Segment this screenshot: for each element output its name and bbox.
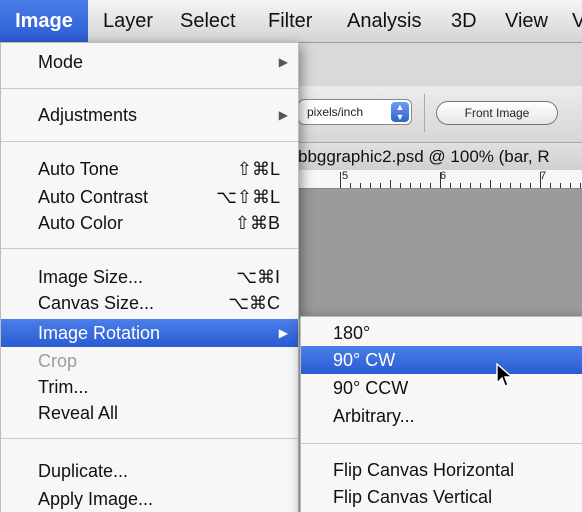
ruler-tick (350, 183, 351, 188)
front-image-button[interactable]: Front Image (436, 101, 558, 125)
triangle-right-icon: ▶ (278, 326, 288, 340)
menu-item-shortcut: ⌥⌘I (236, 267, 280, 287)
menu-separator (1, 141, 298, 142)
ruler-label: 5 (342, 170, 349, 182)
menu-separator (1, 248, 298, 249)
ruler-tick (540, 172, 541, 188)
menu-separator (1, 88, 298, 89)
ruler-tick (360, 183, 361, 188)
menu-item-label: 180° (333, 323, 371, 343)
photoshop-window: Image Layer Select Filter Analysis 3D Vi… (0, 0, 582, 512)
triangle-right-icon: ▶ (278, 108, 288, 122)
triangle-right-icon: ▶ (278, 55, 288, 69)
up-down-stepper-icon[interactable]: ▲ ▼ (391, 102, 409, 122)
menu-item-label: Apply Image... (38, 489, 154, 509)
ruler-tick (510, 183, 511, 188)
ruler-tick (500, 183, 501, 188)
menubar-select[interactable]: Select (180, 0, 236, 42)
menu-item-shortcut: ⇧⌘B (234, 213, 280, 233)
menubar-filter[interactable]: Filter (268, 0, 312, 42)
ruler-tick (340, 172, 341, 188)
menubar-view[interactable]: View (505, 0, 548, 42)
menu-item-crop: Crop (1, 347, 298, 375)
ruler-tick (530, 183, 531, 188)
menu-item-label: Auto Contrast (38, 187, 149, 207)
ruler-tick (370, 183, 371, 188)
menubar-window[interactable]: V (572, 0, 582, 42)
menu-item-adjustments[interactable]: Adjustments ▶ (1, 101, 298, 129)
menu-item-auto-color[interactable]: Auto Color ⇧⌘B (1, 209, 298, 237)
menu-bar: Image Layer Select Filter Analysis 3D Vi… (0, 0, 582, 43)
menu-item-auto-contrast[interactable]: Auto Contrast ⌥⇧⌘L (1, 183, 298, 211)
horizontal-ruler: 5 6 7 (290, 170, 582, 189)
menubar-image[interactable]: Image (0, 0, 88, 42)
menu-separator (1, 438, 298, 439)
menu-item-label: Image Rotation (38, 323, 161, 343)
menu-item-mode[interactable]: Mode ▶ (1, 48, 298, 76)
image-menu: Mode ▶ Adjustments ▶ Auto Tone ⇧⌘L Auto … (0, 42, 299, 512)
menu-item-label: Mode (38, 52, 84, 72)
menu-item-label: Flip Canvas Horizontal (333, 460, 515, 480)
toolbar-divider (424, 94, 425, 132)
options-bar: pixels/inch ▲ ▼ Front Image (290, 86, 582, 143)
ruler-tick (380, 183, 381, 188)
ruler-tick (430, 183, 431, 188)
submenu-item-180[interactable]: 180° (301, 319, 582, 347)
ruler-tick (580, 183, 581, 188)
menu-item-label: Reveal All (38, 403, 119, 423)
ruler-tick (560, 183, 561, 188)
menu-item-label: Crop (38, 351, 78, 371)
ruler-tick (550, 183, 551, 188)
menu-item-label: Duplicate... (38, 461, 129, 481)
menu-item-label: Flip Canvas Vertical (333, 487, 493, 507)
menu-item-label: Auto Color (38, 213, 124, 233)
menu-item-shortcut: ⌥⇧⌘L (216, 187, 280, 207)
menu-item-reveal-all[interactable]: Reveal All (1, 399, 298, 427)
menu-item-image-size[interactable]: Image Size... ⌥⌘I (1, 263, 298, 291)
ruler-tick (400, 183, 401, 188)
menu-item-shortcut: ⇧⌘L (236, 159, 280, 179)
resolution-unit-value: pixels/inch (307, 105, 364, 119)
menu-item-trim[interactable]: Trim... (1, 373, 298, 401)
ruler-tick (440, 172, 441, 188)
menubar-3d[interactable]: 3D (451, 0, 477, 42)
ruler-tick (520, 183, 521, 188)
resolution-unit-select[interactable]: pixels/inch ▲ ▼ (298, 99, 412, 125)
ruler-tick (490, 180, 491, 188)
menu-item-label: 90° CW (333, 350, 396, 370)
ruler-tick (470, 183, 471, 188)
menu-item-label: 90° CCW (333, 378, 409, 398)
menu-item-label: Adjustments (38, 105, 138, 125)
submenu-item-arbitrary[interactable]: Arbitrary... (301, 402, 582, 430)
menu-item-apply-image[interactable]: Apply Image... (1, 485, 298, 512)
ruler-tick (480, 183, 481, 188)
ruler-tick (420, 183, 421, 188)
image-rotation-submenu: 180° 90° CW 90° CCW Arbitrary... Flip Ca… (300, 316, 582, 512)
menubar-analysis[interactable]: Analysis (347, 0, 421, 42)
menu-item-canvas-size[interactable]: Canvas Size... ⌥⌘C (1, 289, 298, 317)
document-canvas[interactable] (290, 189, 582, 319)
ruler-tick (410, 183, 411, 188)
menu-item-label: Auto Tone (38, 159, 119, 179)
menu-item-label: Image Size... (38, 267, 144, 287)
menu-item-label: Canvas Size... (38, 293, 155, 313)
menubar-layer[interactable]: Layer (103, 0, 153, 42)
mouse-pointer-icon (496, 363, 514, 387)
submenu-item-90-ccw[interactable]: 90° CCW (301, 374, 582, 402)
menu-item-auto-tone[interactable]: Auto Tone ⇧⌘L (1, 155, 298, 183)
menu-item-duplicate[interactable]: Duplicate... (1, 457, 298, 485)
menu-separator (301, 443, 582, 444)
ruler-tick (460, 183, 461, 188)
menu-item-label: Trim... (38, 377, 89, 397)
submenu-item-flip-vertical[interactable]: Flip Canvas Vertical (301, 483, 582, 511)
menu-item-shortcut: ⌥⌘C (228, 293, 280, 313)
submenu-item-flip-horizontal[interactable]: Flip Canvas Horizontal (301, 456, 582, 484)
menu-item-label: Arbitrary... (333, 406, 415, 426)
ruler-tick (390, 180, 391, 188)
ruler-tick (570, 183, 571, 188)
ruler-tick (450, 183, 451, 188)
document-title: bbggraphic2.psd @ 100% (bar, R (298, 147, 550, 166)
submenu-item-90-cw[interactable]: 90° CW (301, 346, 582, 374)
menu-item-image-rotation[interactable]: Image Rotation ▶ (1, 319, 298, 347)
